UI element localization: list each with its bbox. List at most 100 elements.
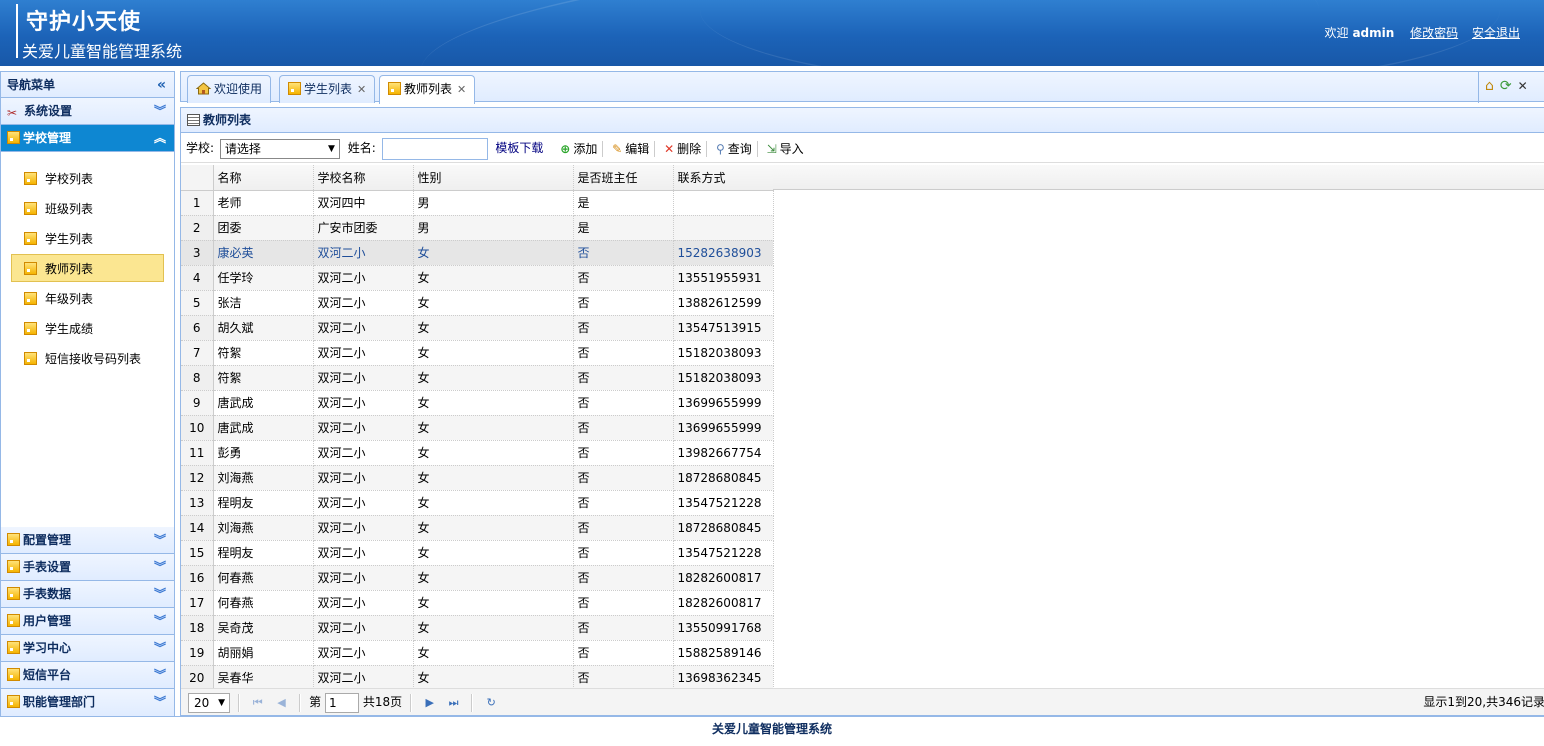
menu-item-sms-numbers[interactable]: 短信接收号码列表 bbox=[11, 344, 164, 372]
section-sms-platform[interactable]: 短信平台 ︾ bbox=[1, 662, 174, 689]
column-header-name[interactable]: 名称 bbox=[213, 165, 314, 191]
row-number: 17 bbox=[181, 590, 214, 616]
collapse-icon[interactable]: ︽ bbox=[154, 125, 166, 152]
table-row[interactable]: 17 何春燕 双河二小女否 18282600817 bbox=[181, 590, 774, 616]
head-teacher-cell: 否 bbox=[573, 515, 674, 541]
logout-link[interactable]: 安全退出 bbox=[1472, 26, 1520, 40]
reload-icon[interactable]: ↻ bbox=[481, 689, 501, 716]
table-row[interactable]: 9 唐武成 双河二小女否 13699655999 bbox=[181, 390, 774, 416]
tab-teacher-list[interactable]: 教师列表 ✕ bbox=[379, 75, 476, 104]
gender-cell: 女 bbox=[413, 265, 574, 291]
section-watch-settings[interactable]: 手表设置 ︾ bbox=[1, 554, 174, 581]
folder-icon bbox=[7, 587, 20, 600]
collapse-sidebar-icon[interactable]: « bbox=[157, 72, 166, 98]
table-row[interactable]: 16 何春燕 双河二小女否 18282600817 bbox=[181, 565, 774, 591]
menu-item-class-list[interactable]: 班级列表 bbox=[11, 194, 164, 222]
expand-icon[interactable]: ︾ bbox=[154, 98, 166, 125]
expand-icon[interactable]: ︾ bbox=[154, 662, 166, 689]
contact-cell: 13547521228 bbox=[673, 540, 774, 566]
table-row[interactable]: 1 老师 双河四中男是 bbox=[181, 190, 774, 216]
menu-item-student-scores[interactable]: 学生成绩 bbox=[11, 314, 164, 342]
section-learning-center[interactable]: 学习中心 ︾ bbox=[1, 635, 174, 662]
section-label: 手表设置 bbox=[23, 560, 72, 574]
table-row[interactable]: 2 团委 广安市团委男是 bbox=[181, 215, 774, 241]
table-row[interactable]: 7 符絮 双河二小女否 15182038093 bbox=[181, 340, 774, 366]
change-password-link[interactable]: 修改密码 bbox=[1410, 26, 1458, 40]
menu-item-label: 学校列表 bbox=[45, 172, 94, 186]
delete-button[interactable]: ✕ 删除 bbox=[659, 140, 708, 157]
import-button[interactable]: ⇲ 导入 bbox=[762, 141, 809, 157]
expand-icon[interactable]: ︾ bbox=[154, 527, 166, 554]
table-row[interactable]: 10 唐武成 双河二小女否 13699655999 bbox=[181, 415, 774, 441]
table-row[interactable]: 6 胡久斌 双河二小女否 13547513915 bbox=[181, 315, 774, 341]
table-row[interactable]: 18 吴奇茂 双河二小女否 13550991768 bbox=[181, 615, 774, 641]
import-icon: ⇲ bbox=[766, 141, 777, 156]
menu-item-student-list[interactable]: 学生列表 bbox=[11, 224, 164, 252]
close-icon[interactable]: ✕ bbox=[1518, 79, 1528, 93]
expand-icon[interactable]: ︾ bbox=[154, 689, 166, 716]
table-row[interactable]: 19 胡丽娟 双河二小女否 15882589146 bbox=[181, 640, 774, 666]
head-teacher-cell: 否 bbox=[573, 665, 674, 690]
table-row[interactable]: 3 康必英 双河二小女否 15282638903 bbox=[181, 240, 774, 266]
page-number-input[interactable]: 1 bbox=[324, 692, 359, 713]
section-config-management[interactable]: 配置管理 ︾ bbox=[1, 527, 174, 554]
table-row[interactable]: 5 张洁 双河二小女否 13882612599 bbox=[181, 290, 774, 316]
row-number: 3 bbox=[181, 240, 214, 266]
table-row[interactable]: 15 程明友 双河二小女否 13547521228 bbox=[181, 540, 774, 566]
prev-page-icon[interactable]: ◀ bbox=[271, 689, 291, 716]
tab-welcome[interactable]: 欢迎使用 bbox=[187, 75, 272, 103]
table-row[interactable]: 20 吴春华 双河二小女否 13698362345 bbox=[181, 665, 774, 690]
gender-cell: 女 bbox=[413, 365, 574, 391]
section-user-management[interactable]: 用户管理 ︾ bbox=[1, 608, 174, 635]
expand-icon[interactable]: ︾ bbox=[154, 581, 166, 608]
contact-cell: 18282600817 bbox=[673, 565, 774, 591]
table-row[interactable]: 8 符絮 双河二小女否 15182038093 bbox=[181, 365, 774, 391]
add-button[interactable]: ⊕ 添加 bbox=[555, 140, 604, 157]
head-teacher-cell: 否 bbox=[573, 365, 674, 391]
query-button[interactable]: ⚲ 查询 bbox=[711, 140, 758, 157]
column-header-head-teacher[interactable]: 是否班主任 bbox=[573, 165, 674, 191]
section-functional-departments[interactable]: 职能管理部门 ︾ bbox=[1, 689, 174, 716]
refresh-icon[interactable]: ⟳ bbox=[1500, 78, 1512, 94]
expand-icon[interactable]: ︾ bbox=[154, 554, 166, 581]
gender-cell: 男 bbox=[413, 215, 574, 241]
last-page-icon[interactable]: ⏭ bbox=[444, 689, 464, 716]
page-size-select[interactable]: 20 bbox=[188, 692, 230, 713]
menu-item-school-list[interactable]: 学校列表 bbox=[11, 164, 164, 192]
edit-button[interactable]: ✎ 编辑 bbox=[607, 140, 656, 157]
folder-icon bbox=[288, 82, 301, 95]
tab-student-list[interactable]: 学生列表 ✕ bbox=[279, 75, 376, 103]
column-header-gender[interactable]: 性别 bbox=[413, 165, 574, 191]
template-download-link[interactable]: 模板下载 bbox=[495, 141, 543, 155]
gender-cell: 女 bbox=[413, 390, 574, 416]
table-row[interactable]: 11 彭勇 双河二小女否 13982667754 bbox=[181, 440, 774, 466]
expand-icon[interactable]: ︾ bbox=[154, 608, 166, 635]
section-system-settings[interactable]: ✂ 系统设置 ︾ bbox=[1, 98, 174, 125]
home-icon[interactable]: ⌂ bbox=[1485, 78, 1494, 94]
gender-cell: 女 bbox=[413, 315, 574, 341]
school-cell: 广安市团委 bbox=[313, 215, 414, 241]
teacher-table: 名称 学校名称 性别 是否班主任 联系方式 1 老师 双河四中男是 2 团委 广安市团委男… bbox=[181, 165, 1544, 690]
close-tab-icon[interactable]: ✕ bbox=[457, 83, 466, 96]
menu-item-grade-list[interactable]: 年级列表 bbox=[11, 284, 164, 312]
name-input[interactable] bbox=[381, 137, 488, 160]
column-header-contact[interactable]: 联系方式 bbox=[673, 165, 774, 191]
column-header-school[interactable]: 学校名称 bbox=[313, 165, 414, 191]
expand-icon[interactable]: ︾ bbox=[154, 635, 166, 662]
table-row[interactable]: 13 程明友 双河二小女否 13547521228 bbox=[181, 490, 774, 516]
name-cell: 唐武成 bbox=[213, 415, 314, 441]
next-page-icon[interactable]: ▶ bbox=[420, 689, 440, 716]
table-row[interactable]: 12 刘海燕 双河二小女否 18728680845 bbox=[181, 465, 774, 491]
contact-cell: 13547521228 bbox=[673, 490, 774, 516]
school-cell: 双河二小 bbox=[313, 540, 414, 566]
table-row[interactable]: 4 任学玲 双河二小女否 13551955931 bbox=[181, 265, 774, 291]
menu-item-teacher-list[interactable]: 教师列表 bbox=[11, 254, 164, 282]
close-tab-icon[interactable]: ✕ bbox=[357, 83, 366, 96]
add-label: 添加 bbox=[573, 141, 598, 156]
table-row[interactable]: 14 刘海燕 双河二小女否 18728680845 bbox=[181, 515, 774, 541]
school-select[interactable]: 请选择 bbox=[219, 138, 340, 159]
section-watch-data[interactable]: 手表数据 ︾ bbox=[1, 581, 174, 608]
menu-item-label: 学生列表 bbox=[45, 232, 94, 246]
first-page-icon[interactable]: ⏮ bbox=[248, 689, 268, 716]
section-school-management[interactable]: 学校管理 ︽ bbox=[1, 125, 174, 152]
